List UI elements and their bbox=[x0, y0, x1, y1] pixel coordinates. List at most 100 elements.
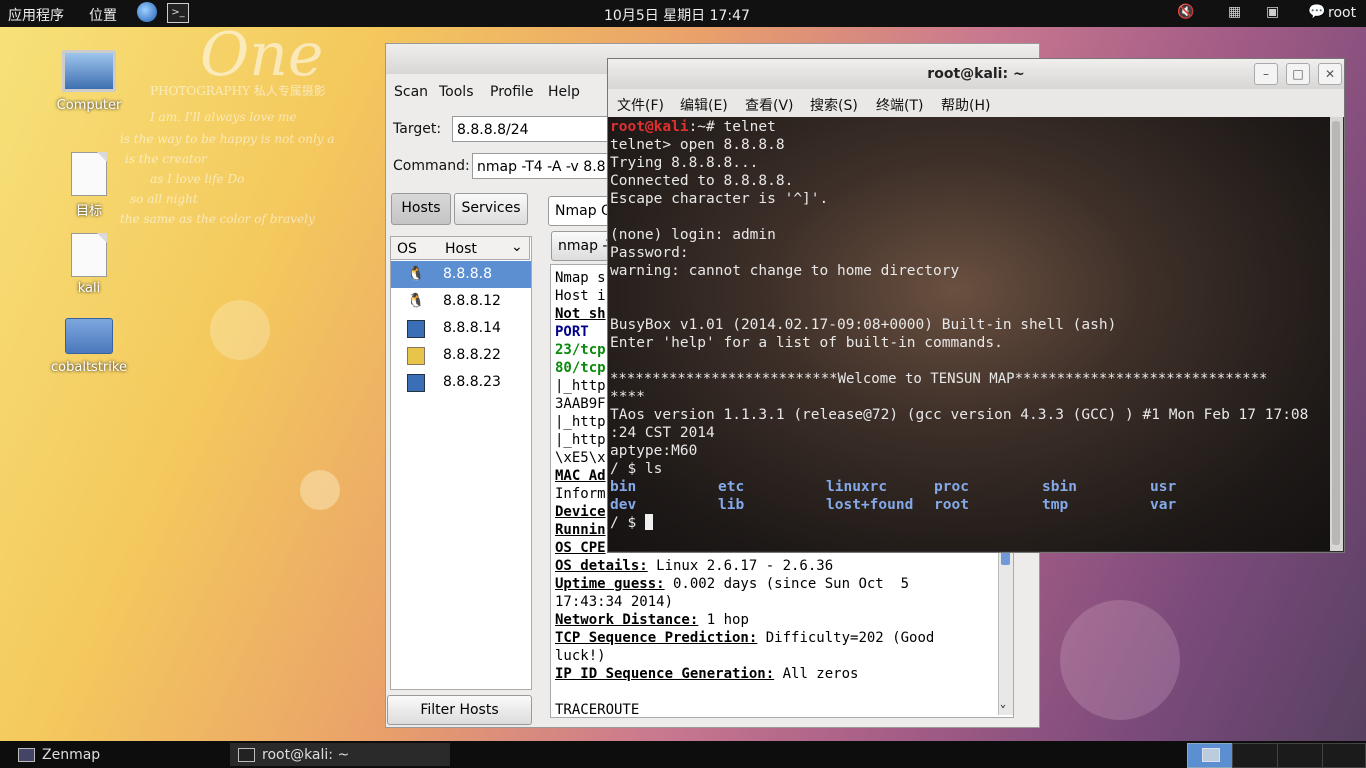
chevron-down-icon[interactable]: ⌄ bbox=[511, 239, 523, 255]
terminal-line: ***************************Welcome to TE… bbox=[610, 371, 1268, 387]
ls-entry: root bbox=[934, 497, 969, 513]
host-ip: 8.8.8.14 bbox=[443, 320, 501, 336]
ls-entry: var bbox=[1150, 497, 1177, 513]
task-zenmap[interactable]: Zenmap bbox=[0, 743, 228, 766]
terminal-window: root@kali: ~ – □ ✕ 文件(F) 编辑(E) 查看(V) 搜索(… bbox=[607, 58, 1345, 553]
terminal-line: (none) login: admin bbox=[610, 227, 776, 243]
prompt-user: root@kali bbox=[610, 119, 689, 135]
file-icon bbox=[71, 152, 107, 196]
workspace-switcher[interactable] bbox=[1187, 743, 1233, 768]
terminal-title: root@kali: ~ bbox=[927, 66, 1025, 82]
output-key: Network Distance: bbox=[555, 612, 699, 628]
file-icon bbox=[71, 233, 107, 277]
task-label: Zenmap bbox=[42, 747, 101, 763]
terminal-titlebar[interactable]: root@kali: ~ – □ ✕ bbox=[608, 59, 1344, 89]
wallpaper-line: I am. I'll always love me bbox=[150, 110, 297, 124]
chat-icon[interactable]: 💬 bbox=[1308, 4, 1325, 20]
col-os[interactable]: OS bbox=[397, 241, 417, 257]
host-list[interactable]: 🐧 8.8.8.8 🐧 8.8.8.12 8.8.8.14 8.8.8.22 8… bbox=[390, 236, 532, 690]
computer-icon bbox=[62, 50, 116, 92]
desktop-icon-kali-file[interactable]: kali bbox=[44, 233, 134, 296]
workspace-2[interactable] bbox=[1232, 743, 1278, 768]
taskbar: Zenmap root@kali: ~ bbox=[0, 741, 1366, 768]
output-line: 17:43:34 2014) bbox=[555, 594, 674, 610]
scroll-down-arrow-icon[interactable]: ⌄ bbox=[1000, 696, 1006, 714]
host-ip: 8.8.8.22 bbox=[443, 347, 501, 363]
desktop-icon-cobaltstrike-folder[interactable]: cobaltstrike bbox=[44, 318, 134, 375]
col-host[interactable]: Host bbox=[445, 241, 477, 257]
close-icon[interactable]: ✕ bbox=[1318, 63, 1342, 85]
terminal-line: root@kali:~# telnet bbox=[610, 118, 776, 136]
unknown-os-icon bbox=[407, 320, 425, 338]
menu-view[interactable]: 查看(V) bbox=[745, 95, 794, 115]
output-line: \xE5\x bbox=[555, 450, 606, 466]
menu-profile[interactable]: Profile bbox=[490, 84, 534, 100]
hosts-button[interactable]: Hosts bbox=[391, 193, 451, 225]
desktop-icon-computer[interactable]: Computer bbox=[44, 50, 134, 113]
maximize-icon[interactable]: □ bbox=[1286, 63, 1310, 85]
terminal-line: Connected to 8.8.8.8. bbox=[610, 173, 794, 189]
menu-tools[interactable]: Tools bbox=[439, 84, 474, 100]
menu-search[interactable]: 搜索(S) bbox=[810, 95, 858, 115]
browser-icon[interactable] bbox=[137, 2, 157, 22]
output-key: TCP Sequence Prediction: bbox=[555, 630, 758, 646]
zenmap-window-icon bbox=[18, 748, 35, 762]
command-input[interactable]: nmap -T4 -A -v 8.8.8 bbox=[472, 153, 612, 179]
workspace-4[interactable] bbox=[1322, 743, 1366, 768]
terminal-launcher-icon[interactable]: >_ bbox=[167, 3, 189, 23]
network-icon[interactable]: ▦ bbox=[1228, 4, 1241, 20]
clock[interactable]: 10月5日 星期日 17:47 bbox=[604, 5, 750, 25]
output-value: 0.002 days (since Sun Oct 5 bbox=[664, 576, 910, 592]
ls-output-row: dev lib lost+found root tmp var bbox=[610, 496, 1310, 514]
host-row[interactable]: 🐧 8.8.8.8 bbox=[391, 261, 531, 288]
host-row[interactable]: 🐧 8.8.8.12 bbox=[391, 288, 531, 315]
terminal-line: / $ ls bbox=[610, 461, 663, 477]
menu-scan[interactable]: Scan bbox=[394, 84, 428, 100]
output-line: 23/tcp bbox=[555, 342, 606, 358]
linux-penguin-icon: 🐧 bbox=[407, 266, 425, 282]
menu-edit[interactable]: 编辑(E) bbox=[680, 95, 728, 115]
output-key: Uptime guess: bbox=[555, 576, 665, 592]
output-line: TRACEROUTE bbox=[555, 702, 640, 715]
desktop-icon-label: 目标 bbox=[75, 204, 102, 219]
desktop-icon-target-file[interactable]: 目标 bbox=[44, 152, 134, 219]
target-input[interactable]: 8.8.8.8/24 bbox=[452, 116, 612, 142]
output-line: Inform bbox=[555, 486, 606, 502]
host-ip: 8.8.8.8 bbox=[443, 266, 492, 282]
output-value: All zeros bbox=[774, 666, 859, 682]
terminal-menubar: 文件(F) 编辑(E) 查看(V) 搜索(S) 终端(T) 帮助(H) bbox=[608, 89, 1344, 117]
applications-menu[interactable]: 应用程序 bbox=[8, 5, 64, 25]
ls-entry: sbin bbox=[1042, 479, 1077, 495]
host-row[interactable]: 8.8.8.14 bbox=[391, 315, 531, 342]
volume-muted-icon[interactable]: 🔇 bbox=[1177, 4, 1194, 20]
wallpaper-line: is the way to be happy is not only a bbox=[120, 132, 335, 146]
output-line: TCP Sequence Prediction: Difficulty=202 … bbox=[555, 629, 934, 647]
terminal-scrollbar[interactable] bbox=[1330, 117, 1343, 551]
menu-terminal[interactable]: 终端(T) bbox=[876, 95, 923, 115]
services-button[interactable]: Services bbox=[454, 193, 528, 225]
host-list-header: OS Host ⌄ bbox=[390, 236, 530, 260]
output-line: |_http bbox=[555, 414, 606, 430]
places-menu[interactable]: 位置 bbox=[89, 5, 117, 25]
menu-help[interactable]: Help bbox=[548, 84, 580, 100]
output-scrollbar[interactable]: ⌄ bbox=[998, 535, 1013, 715]
host-row[interactable]: 8.8.8.22 bbox=[391, 342, 531, 369]
task-terminal[interactable]: root@kali: ~ bbox=[230, 743, 450, 766]
ls-entry: dev bbox=[610, 497, 637, 513]
wallpaper-line: as I love life Do bbox=[150, 172, 245, 186]
display-icon[interactable]: ▣ bbox=[1266, 4, 1279, 20]
menu-file[interactable]: 文件(F) bbox=[617, 95, 664, 115]
menu-help[interactable]: 帮助(H) bbox=[941, 95, 990, 115]
ls-entry: tmp bbox=[1042, 497, 1069, 513]
host-row[interactable]: 8.8.8.23 bbox=[391, 369, 531, 396]
filter-hosts-button[interactable]: Filter Hosts bbox=[387, 695, 532, 725]
ls-entry: lost+found bbox=[826, 497, 914, 513]
output-line: |_http bbox=[555, 432, 606, 448]
user-menu[interactable]: root bbox=[1328, 5, 1356, 21]
minimize-icon[interactable]: – bbox=[1254, 63, 1278, 85]
workspace-3[interactable] bbox=[1277, 743, 1323, 768]
ls-entry: proc bbox=[934, 479, 969, 495]
scroll-thumb[interactable] bbox=[1332, 121, 1340, 545]
wallpaper-subtitle: PHOTOGRAPHY 私人专属摄影 bbox=[150, 84, 326, 98]
terminal-body[interactable]: root@kali:~# telnet telnet> open 8.8.8.8… bbox=[608, 117, 1330, 551]
